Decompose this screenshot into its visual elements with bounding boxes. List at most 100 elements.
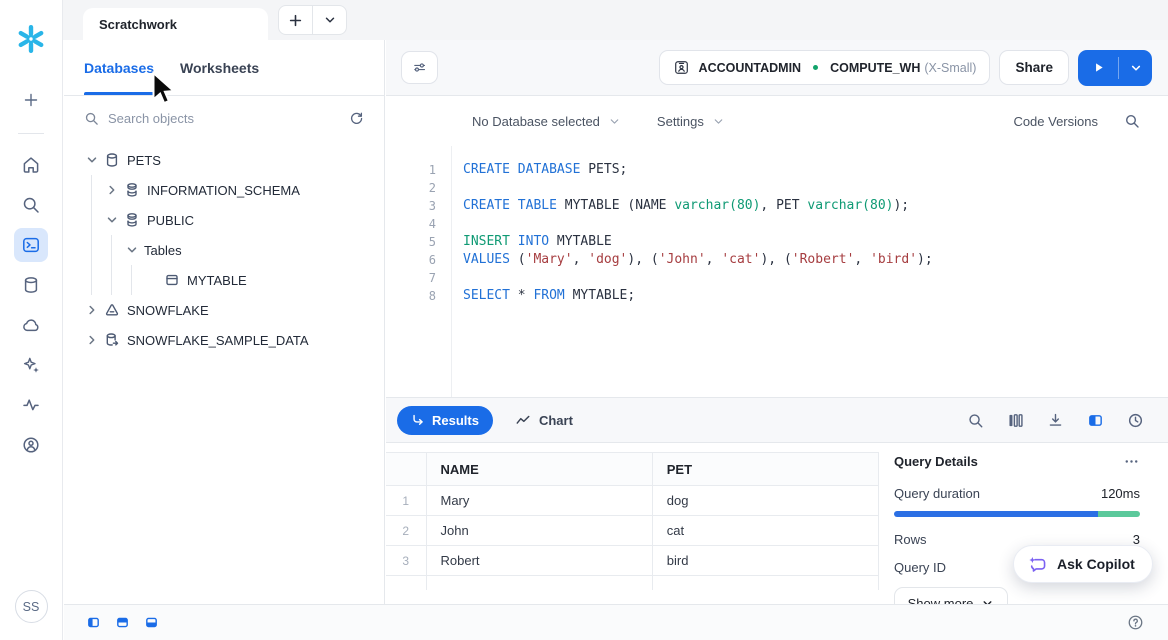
line-number: 2 — [386, 179, 451, 197]
sidebar-tabs: Databases Worksheets — [64, 40, 384, 96]
tab-list-chevron-button[interactable] — [313, 6, 346, 34]
editor-search-icon[interactable] — [1124, 113, 1140, 129]
refresh-icon[interactable] — [349, 111, 364, 126]
tree-item-mytable[interactable]: MYTABLE — [64, 265, 384, 295]
chevron-right-icon[interactable] — [104, 182, 120, 198]
editor-toolbar: No Database selected Settings Code Versi… — [386, 96, 1168, 146]
cell-pet: dog — [652, 486, 878, 516]
chevron-down-icon[interactable] — [124, 242, 140, 258]
columns-icon[interactable] — [1007, 412, 1024, 429]
new-tab-button[interactable] — [279, 6, 312, 34]
duration-label: Query duration — [894, 486, 980, 501]
help-icon[interactable] — [1127, 614, 1144, 631]
chevron-right-icon[interactable] — [84, 332, 100, 348]
tree-item-label: SNOWFLAKE_SAMPLE_DATA — [127, 333, 309, 348]
chevron-down-icon[interactable] — [84, 152, 100, 168]
table-row: 1Marydog — [386, 486, 879, 516]
line-number: 1 — [386, 161, 451, 179]
toggle-sidebar-panel-icon[interactable] — [86, 615, 101, 630]
filters-button[interactable] — [401, 51, 438, 84]
snowflake-logo[interactable] — [13, 21, 49, 57]
rail-item-search[interactable] — [14, 188, 48, 222]
line-number: 5 — [386, 233, 451, 251]
bottom-bar — [64, 604, 1168, 640]
new-worksheet-plus-icon[interactable] — [14, 83, 48, 117]
tree-item-information_schema[interactable]: INFORMATION_SCHEMA — [64, 175, 384, 205]
chevron-down-icon[interactable] — [104, 212, 120, 228]
left-rail: SS — [0, 0, 63, 640]
results-toolbar: Results Chart — [386, 398, 1168, 443]
code-line: CREATE DATABASE PETS; — [463, 161, 1168, 179]
rail-item-ai[interactable] — [14, 348, 48, 382]
results-actions — [967, 412, 1144, 429]
projects-icon — [21, 235, 41, 255]
schema-icon — [124, 212, 140, 228]
tab-scratchwork[interactable]: Scratchwork — [83, 8, 268, 40]
worksheet-tab-strip: Scratchwork — [63, 0, 1168, 40]
chevron-down-icon — [712, 115, 725, 128]
code-versions-button[interactable]: Code Versions — [1013, 114, 1098, 129]
tree-item-label: PUBLIC — [147, 213, 194, 228]
tree-item-pets[interactable]: PETS — [64, 145, 384, 175]
tab-worksheets[interactable]: Worksheets — [180, 40, 259, 95]
cell-name: Mary — [426, 486, 652, 516]
snowflake-db-icon — [104, 302, 120, 318]
line-number: 8 — [386, 287, 451, 305]
history-clock-icon[interactable] — [1127, 412, 1144, 429]
tree-item-tables[interactable]: Tables — [64, 235, 384, 265]
tab-results[interactable]: Results — [397, 406, 493, 435]
tree-item-label: SNOWFLAKE — [127, 303, 209, 318]
toggle-editor-panel-icon[interactable] — [115, 615, 130, 630]
sql-editor: 12345678 CREATE DATABASE PETS;CREATE TAB… — [386, 146, 1168, 397]
activity-icon — [21, 395, 41, 415]
tab-chart[interactable]: Chart — [515, 412, 573, 428]
rail-item-home[interactable] — [14, 148, 48, 182]
tree-item-snowflake[interactable]: SNOWFLAKE — [64, 295, 384, 325]
tree-item-snowflake_sample_data[interactable]: SNOWFLAKE_SAMPLE_DATA — [64, 325, 384, 355]
tree-item-label: MYTABLE — [187, 273, 247, 288]
tab-title: Scratchwork — [99, 17, 177, 32]
chevron-right-icon[interactable] — [84, 302, 100, 318]
sliders-icon — [411, 59, 428, 76]
rail-item-admin[interactable] — [14, 428, 48, 462]
tree-item-public[interactable]: PUBLIC — [64, 205, 384, 235]
code-line: SELECT * FROM MYTABLE; — [463, 287, 1168, 305]
code-area[interactable]: CREATE DATABASE PETS; CREATE TABLE MYTABL… — [463, 161, 1168, 397]
column-header-name[interactable]: NAME — [426, 453, 652, 486]
results-search-icon[interactable] — [967, 412, 984, 429]
database-selector[interactable]: No Database selected — [472, 114, 621, 129]
role-badge-icon — [673, 59, 690, 76]
ask-copilot-button[interactable]: Ask Copilot — [1013, 545, 1153, 583]
cloud-icon — [21, 315, 41, 335]
column-header-pet[interactable]: PET — [652, 453, 878, 486]
tree-item-label: INFORMATION_SCHEMA — [147, 183, 300, 198]
search-objects-input[interactable] — [108, 111, 340, 126]
run-button[interactable] — [1078, 50, 1118, 86]
role-name: ACCOUNTADMIN — [699, 61, 802, 75]
rail-item-activity[interactable] — [14, 388, 48, 422]
settings-dropdown[interactable]: Settings — [657, 114, 725, 129]
rail-item-data[interactable] — [14, 268, 48, 302]
code-line: CREATE TABLE MYTABLE (NAME varchar(80), … — [463, 197, 1168, 215]
details-menu-icon[interactable] — [1123, 453, 1140, 470]
download-icon[interactable] — [1047, 412, 1064, 429]
rail-item-projects[interactable] — [14, 228, 48, 262]
cell-name: John — [426, 516, 652, 546]
table-row: 2Johncat — [386, 516, 879, 546]
rows-label: Rows — [894, 532, 927, 547]
cell-pet: cat — [652, 516, 878, 546]
tab-actions — [278, 5, 347, 35]
cell-name: Robert — [426, 546, 652, 576]
context-selector[interactable]: ACCOUNTADMIN COMPUTE_WH (X-Small) — [659, 50, 991, 85]
show-more-button[interactable]: Show more — [894, 587, 1008, 604]
run-options-button[interactable] — [1119, 50, 1152, 86]
user-avatar[interactable]: SS — [15, 590, 48, 623]
split-view-icon[interactable] — [1087, 412, 1104, 429]
share-button[interactable]: Share — [999, 50, 1069, 85]
line-number: 3 — [386, 197, 451, 215]
rail-nav — [14, 142, 48, 462]
code-line: VALUES ('Mary', 'dog'), ('John', 'cat'),… — [463, 251, 1168, 269]
rail-item-cloud[interactable] — [14, 308, 48, 342]
toggle-results-panel-icon[interactable] — [144, 615, 159, 630]
tab-databases[interactable]: Databases — [84, 40, 154, 95]
